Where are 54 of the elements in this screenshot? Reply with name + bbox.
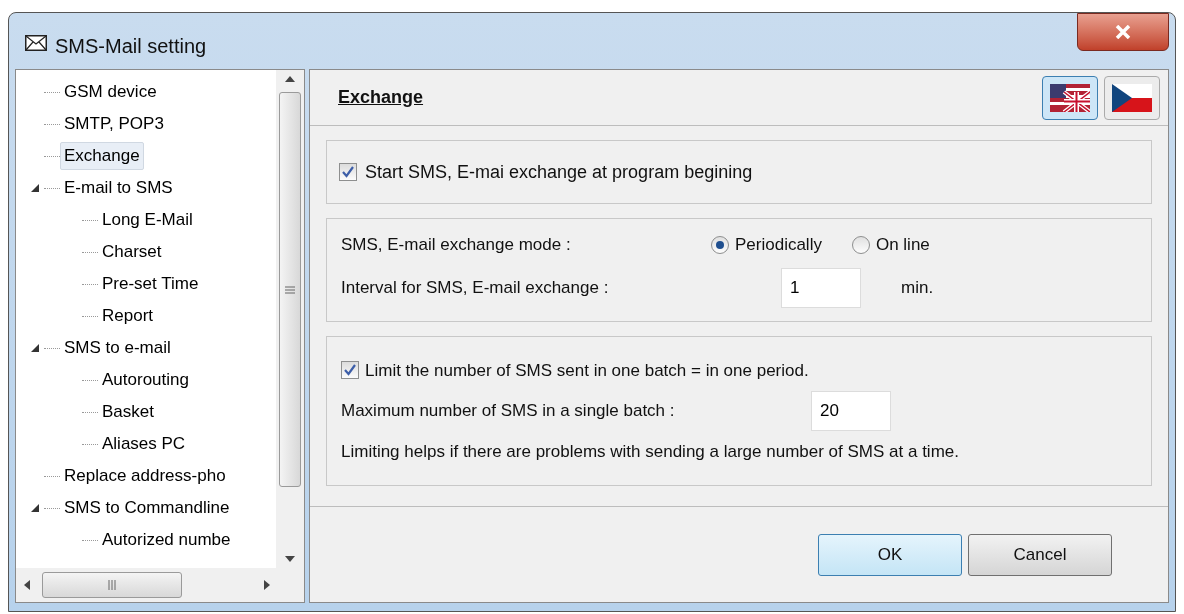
expanded-triangle-icon[interactable] [30, 503, 40, 513]
tree-item[interactable]: Autorouting [98, 366, 193, 394]
tree-item[interactable]: Replace address-pho [60, 462, 230, 490]
checkbox[interactable] [341, 361, 359, 380]
envelope-icon [25, 35, 47, 51]
tree-item[interactable]: E-mail to SMS [60, 174, 177, 202]
tree-item[interactable]: SMTP, POP3 [60, 110, 168, 138]
radio-label: Periodically [735, 234, 822, 257]
checkbox-label: Limit the number of SMS sent in one batch = in one period. [365, 359, 809, 382]
window-title: SMS-Mail setting [55, 34, 207, 59]
flag-icon [1112, 83, 1152, 112]
radio-label: On line [875, 234, 930, 257]
tree-item[interactable]: Long E-Mail [98, 206, 197, 234]
dialog-button[interactable]: Cancel [968, 533, 1112, 576]
tree-item[interactable]: Aliases PC [98, 430, 190, 458]
flag-icon [1050, 83, 1090, 112]
scroll-down-icon[interactable] [285, 556, 295, 562]
field-label: Interval for SMS, E-mail exchange : [341, 277, 610, 299]
input-field[interactable]: 1 [781, 267, 861, 308]
tree-item[interactable]: SMS to Commandline [60, 494, 234, 522]
scroll-left-icon[interactable] [24, 580, 30, 590]
checkbox[interactable] [339, 163, 357, 181]
radio-button[interactable] [711, 236, 729, 254]
vertical-scrollbar[interactable] [276, 70, 304, 568]
tree-item[interactable]: Basket [98, 398, 158, 426]
tree-item[interactable]: Pre-set Time [98, 270, 203, 298]
horizontal-scrollbar[interactable] [16, 568, 304, 602]
expanded-triangle-icon[interactable] [30, 343, 40, 353]
field-label: Maximum number of SMS in a single batch : [341, 400, 676, 423]
grip-icon [285, 285, 295, 294]
expanded-triangle-icon[interactable] [30, 183, 40, 193]
help-text: Limiting helps if there are problems with sending a large number of SMS at a time. [341, 441, 960, 463]
checkbox-label: Start SMS, E-mai exchange at program begining [365, 160, 753, 184]
unit-label: min. [901, 277, 934, 299]
scroll-right-icon[interactable] [264, 580, 270, 590]
tree-item[interactable]: Report [98, 302, 158, 330]
radio-button[interactable] [851, 236, 870, 254]
scroll-up-icon[interactable] [285, 76, 295, 82]
language-button[interactable] [1104, 75, 1160, 120]
scrollbar-thumb[interactable] [42, 572, 182, 598]
section-title: Exchange [338, 86, 424, 109]
dialog-button[interactable]: OK [818, 533, 962, 576]
close-button[interactable] [1077, 13, 1169, 51]
tree-item[interactable]: Exchange [60, 142, 144, 170]
grip-icon [108, 580, 116, 590]
input-field[interactable]: 20 [811, 391, 891, 431]
tree-item[interactable]: GSM device [60, 78, 161, 106]
tree-item[interactable]: Autorized numbe [98, 526, 235, 554]
tree-item[interactable]: Charset [98, 238, 166, 266]
close-icon [1115, 25, 1131, 39]
scrollbar-thumb[interactable] [279, 92, 301, 487]
tree-item[interactable]: SMS to e-mail [60, 334, 175, 362]
field-label: SMS, E-mail exchange mode : [341, 234, 572, 257]
language-button[interactable] [1042, 75, 1098, 120]
